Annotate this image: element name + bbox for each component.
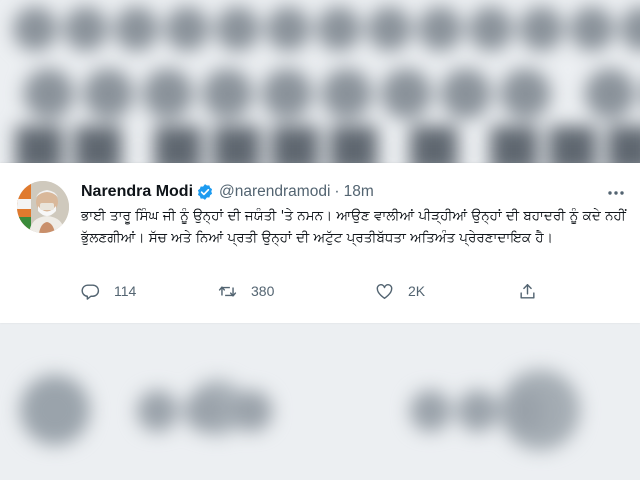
share-button[interactable]	[518, 280, 537, 302]
avatar[interactable]	[17, 181, 69, 233]
blurred-shape: ●●● ●●●	[40, 375, 549, 438]
share-icon	[518, 282, 537, 301]
retweet-icon	[218, 282, 237, 301]
person-portrait-avatar	[17, 181, 69, 233]
tweet-text: ਭਾਈ ਤਾਰੂ ਸਿੰਘ ਜੀ ਨੂੰ ਉਨ੍ਹਾਂ ਦੀ ਜਯੰਤੀ 'ਤੇ…	[81, 208, 626, 246]
reply-count: 114	[114, 283, 137, 299]
like-button[interactable]: 2K	[375, 280, 425, 302]
heart-icon	[375, 282, 394, 301]
reply-button[interactable]: 114	[81, 280, 136, 302]
display-name[interactable]: Narendra Modi	[81, 183, 193, 201]
like-count: 2K	[408, 283, 426, 299]
tweet-actions: 114 380 2K	[81, 280, 551, 302]
tweet-card[interactable]: Narendra Modi @narendramodi · 18m ਭਾਈ ਤਾ…	[0, 163, 640, 323]
tweet-timestamp[interactable]: 18m	[344, 183, 374, 201]
user-handle[interactable]: @narendramodi	[219, 183, 330, 201]
more-options-icon[interactable]	[606, 183, 626, 203]
verified-badge-icon	[196, 183, 214, 201]
retweet-count: 380	[251, 283, 275, 299]
separator-dot: ·	[334, 183, 340, 200]
tweet-header: Narendra Modi @narendramodi · 18m	[81, 181, 374, 203]
reply-icon	[81, 282, 100, 301]
retweet-button[interactable]: 380	[218, 280, 274, 302]
